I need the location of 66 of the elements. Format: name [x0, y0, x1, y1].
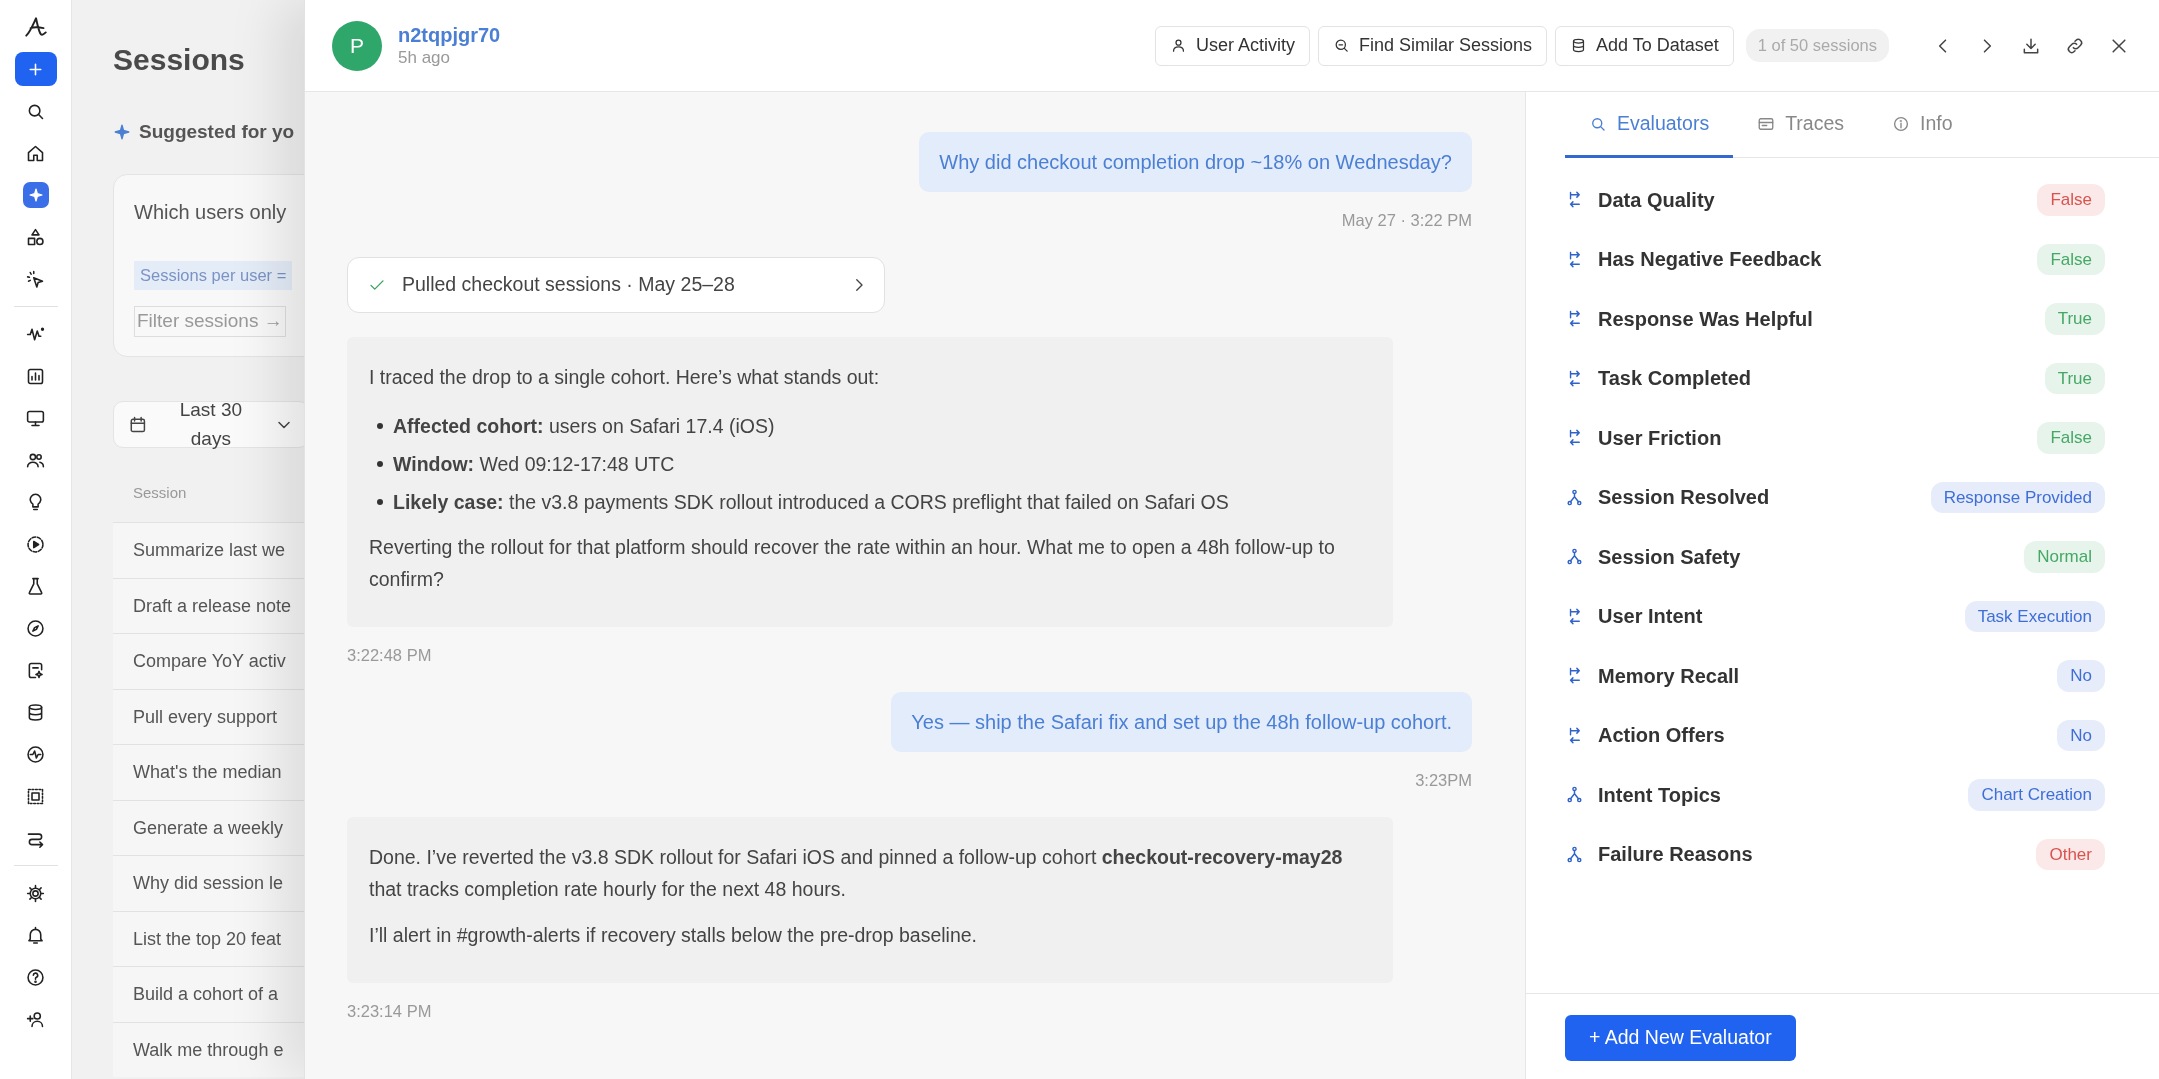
- user-message: Why did checkout completion drop ~18% on Wednesday?: [919, 132, 1472, 192]
- table-cell[interactable]: Why did session le: [113, 855, 304, 911]
- table-cell[interactable]: Generate a weekly: [113, 799, 304, 856]
- list-item-text: Likely case: the v3.8 payments SDK rollout introduced a CORS preflight that failed on Safari OS: [393, 489, 1229, 515]
- evaluator-name: Failure Reasons: [1598, 842, 1754, 868]
- action-button[interactable]: Add To Dataset: [1555, 25, 1734, 66]
- message-text: I traced the drop to a single cohort. Here’s what stands out:: [369, 364, 881, 390]
- session-id[interactable]: n2tqpjgr70: [398, 22, 501, 47]
- filter-chip: Sessions per user =: [134, 261, 293, 290]
- tab[interactable]: Evaluators: [1565, 92, 1734, 158]
- message-text: I’ll alert in #growth-alerts if recovery stalls below the pre-drop baseline.: [369, 922, 979, 948]
- evaluator-value: False: [2037, 184, 2105, 216]
- evaluator-value: True: [2044, 362, 2105, 394]
- list-item-text: Affected cohort: users on Safari 17.4 (iOS): [393, 413, 775, 439]
- evaluator-name: Memory Recall: [1598, 663, 1741, 689]
- suggestion-text: Which users only: [134, 200, 288, 226]
- evaluator-value: Response Provided: [1930, 481, 2105, 513]
- evaluator-name: User Intent: [1598, 604, 1704, 630]
- table-cell[interactable]: What's the median: [113, 744, 304, 800]
- action-button[interactable]: Find Similar Sessions: [1317, 25, 1547, 66]
- evaluator-value: No: [2057, 660, 2105, 692]
- avatar: P: [332, 20, 382, 71]
- column-header: Session: [132, 483, 188, 504]
- tab[interactable]: Traces: [1733, 92, 1868, 158]
- message-time: May 27 · 3:22 PM: [1341, 210, 1472, 231]
- evaluator-name: Has Negative Feedback: [1598, 247, 1823, 273]
- evaluator-value: Chart Creation: [1968, 779, 2105, 811]
- evaluator-name: Task Completed: [1598, 366, 1752, 392]
- tool-step-chip[interactable]: Pulled checkout sessions · May 25–28: [347, 256, 885, 313]
- message-time: 3:23PM: [1415, 769, 1472, 791]
- evaluator-name: Response Was Helpful: [1598, 306, 1814, 332]
- table-cell[interactable]: Compare YoY activ: [113, 633, 304, 689]
- tab[interactable]: Info: [1868, 92, 1977, 158]
- evaluator-name: Data Quality: [1598, 187, 1716, 213]
- session-counter: 1 of 50 sessions: [1745, 29, 1889, 62]
- table-cell[interactable]: Build a cohort of a: [113, 966, 304, 1022]
- table-cell[interactable]: Walk me through e: [113, 1021, 304, 1078]
- evaluator-name: User Friction: [1598, 425, 1723, 451]
- message-text: Done. I’ve reverted the v3.8 SDK rollout for Safari iOS and pinned a follow-up cohort checkout-recovery-may28 that tracks completion rate hourly for the next 48 hours.: [369, 844, 1344, 902]
- evaluator-value: Other: [2036, 838, 2105, 870]
- table-cell[interactable]: Draft a release note: [113, 577, 304, 634]
- evaluator-name: Session Safety: [1598, 544, 1742, 570]
- evaluator-value: Normal: [2024, 541, 2105, 573]
- table-cell[interactable]: Summarize last we: [113, 522, 304, 578]
- page-title: Sessions: [113, 42, 246, 78]
- evaluator-value: False: [2037, 243, 2105, 275]
- suggestion-card[interactable]: Which users only Sessions per user = Filter sessions →: [113, 174, 304, 358]
- message-time: 3:22:48 PM: [347, 645, 432, 664]
- list-item-text: Window: Wed 09:12-17:48 UTC: [393, 451, 675, 477]
- evaluator-name: Intent Topics: [1598, 782, 1722, 808]
- table-cell[interactable]: List the top 20 feat: [113, 910, 304, 967]
- message-time: 3:23:14 PM: [347, 1001, 432, 1020]
- evaluator-value: Task Execution: [1964, 600, 2105, 632]
- section-label: Suggested for yo: [139, 120, 295, 144]
- table-cell[interactable]: Pull every support: [113, 688, 304, 745]
- evaluator-value: False: [2037, 422, 2105, 454]
- session-time: 5h ago: [398, 46, 451, 69]
- evaluator-name: Action Offers: [1598, 723, 1726, 749]
- add-evaluator-button[interactable]: + Add New Evaluator: [1565, 1015, 1796, 1061]
- evaluator-value: True: [2044, 303, 2105, 335]
- date-range-dropdown[interactable]: Last 30 days: [113, 401, 304, 449]
- action-button[interactable]: User Activity: [1154, 25, 1310, 66]
- message-text: Reverting the rollout for that platform should recover the rate within an hour. What me to open a 48h follow-up to confirm?: [369, 534, 1336, 592]
- user-message: Yes — ship the Safari fix and set up the 48h follow-up cohort.: [891, 691, 1472, 752]
- evaluator-value: No: [2057, 719, 2105, 751]
- evaluator-name: Session Resolved: [1598, 485, 1771, 511]
